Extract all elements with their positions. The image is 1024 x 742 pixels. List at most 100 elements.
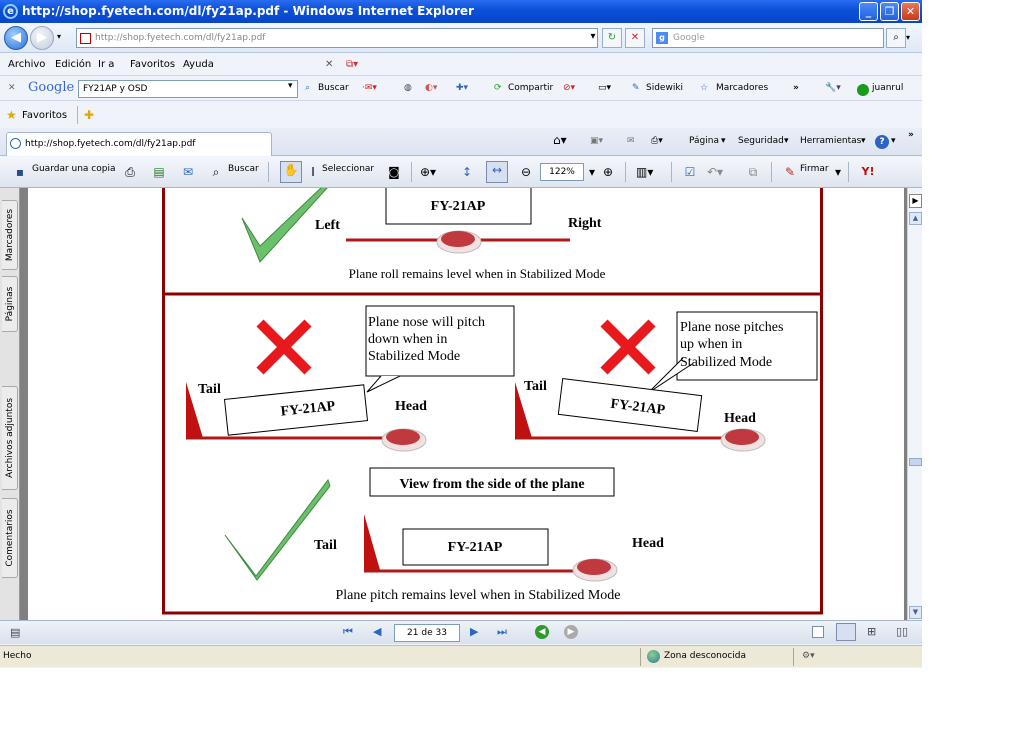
yahoo-icon[interactable]: Y! bbox=[858, 164, 878, 180]
two-page-continuous-icon[interactable]: ▯▯ bbox=[896, 625, 908, 638]
forward-button[interactable]: ▶ bbox=[30, 26, 54, 50]
sidewiki-icon[interactable]: ✎ bbox=[632, 83, 640, 93]
two-page-icon[interactable]: ⊞ bbox=[867, 625, 876, 638]
mail-icon[interactable]: ✉ bbox=[627, 136, 635, 146]
zoom-in-icon[interactable]: ⊕▾ bbox=[420, 164, 436, 180]
next-view-icon[interactable]: ▶ bbox=[564, 625, 578, 639]
vertical-scrollbar[interactable]: ▶ ▲ ▼ bbox=[907, 188, 922, 620]
sign-pen-icon[interactable]: ✎ bbox=[782, 164, 798, 180]
seguridad-menu[interactable]: Seguridad bbox=[738, 136, 784, 146]
google-user-button[interactable]: juanrul bbox=[872, 83, 903, 93]
fit-width-icon[interactable]: ↔ bbox=[486, 161, 508, 183]
seguridad-dropdown-icon[interactable]: ▾ bbox=[784, 136, 789, 146]
zoom-dropdown-icon[interactable]: ▾ bbox=[584, 164, 600, 180]
scroll-thumb[interactable] bbox=[909, 458, 922, 466]
page-number-field[interactable]: 21 de 33 bbox=[394, 624, 460, 642]
text-select-icon[interactable]: I bbox=[305, 164, 321, 180]
google-search-input[interactable]: FY21AP y OSD bbox=[78, 80, 298, 98]
organizer-icon[interactable]: ▤ bbox=[151, 164, 167, 180]
close-button[interactable]: ✕ bbox=[901, 2, 920, 21]
fit-page-icon[interactable]: ↕ bbox=[459, 164, 475, 180]
menu-archivo[interactable]: Archivo bbox=[8, 59, 45, 70]
page-layout-icon[interactable]: ▥▾ bbox=[636, 164, 653, 180]
menu-ayuda[interactable]: Ayuda bbox=[183, 59, 214, 70]
gmail-icon[interactable]: ·✉▾ bbox=[362, 83, 377, 93]
first-page-icon[interactable]: ⏮ bbox=[343, 625, 353, 639]
home-icon[interactable]: ⌂▾ bbox=[553, 133, 567, 147]
print-pdf-icon[interactable]: ⎙ bbox=[122, 164, 138, 180]
pagina-menu[interactable]: Página bbox=[689, 136, 719, 146]
commands-more-icon[interactable]: » bbox=[908, 130, 914, 140]
save-disk-icon[interactable]: ▪ bbox=[12, 164, 28, 180]
panel-expand-icon[interactable]: ▶ bbox=[909, 194, 922, 208]
hand-tool-icon[interactable]: ✋ bbox=[280, 161, 302, 183]
google-marcadores-button[interactable]: Marcadores bbox=[716, 83, 768, 93]
settings-wrench-icon[interactable]: 🔧▾ bbox=[825, 83, 841, 93]
pagerank-icon[interactable]: ◐▾ bbox=[425, 83, 437, 93]
side-tab-attachments[interactable]: Archivos adjuntos bbox=[2, 386, 18, 490]
herramientas-dropdown-icon[interactable]: ▾ bbox=[861, 136, 866, 146]
back-button[interactable]: ◀ bbox=[4, 26, 28, 50]
next-page-icon[interactable]: ▶ bbox=[470, 625, 478, 638]
scroll-down-icon[interactable]: ▼ bbox=[909, 606, 922, 619]
feeds-icon[interactable]: ▣▾ bbox=[590, 136, 603, 146]
pagina-dropdown-icon[interactable]: ▾ bbox=[721, 136, 726, 146]
close-google-toolbar-icon[interactable]: ✕ bbox=[8, 83, 16, 93]
tab-pdf[interactable]: http://shop.fyetech.com/dl/fy21ap.pdf bbox=[6, 132, 272, 156]
scroll-up-icon[interactable]: ▲ bbox=[909, 212, 922, 225]
google-buscar-button[interactable]: Buscar bbox=[318, 83, 349, 93]
address-dropdown-icon[interactable]: ▾ bbox=[583, 28, 603, 48]
review-icon[interactable]: ☑ bbox=[682, 164, 698, 180]
menu-ir-a[interactable]: Ir a bbox=[98, 59, 114, 70]
more-chevron-icon[interactable]: » bbox=[793, 83, 799, 93]
help-icon[interactable]: ? bbox=[875, 135, 889, 149]
refresh-icon[interactable]: ↻ bbox=[602, 28, 622, 48]
panel-options-icon[interactable]: ▤ bbox=[10, 626, 20, 639]
previous-page-icon[interactable]: ◀ bbox=[373, 625, 381, 638]
save-copy-button[interactable]: Guardar una copia bbox=[32, 164, 116, 174]
google-search-icon[interactable]: ⌕ bbox=[305, 83, 310, 93]
close-toolbar-icon[interactable]: ✕ bbox=[325, 59, 333, 70]
globe-icon[interactable]: ◍ bbox=[404, 83, 412, 93]
search-options-icon[interactable]: ▾ bbox=[906, 33, 910, 42]
menu-favoritos[interactable]: Favoritos bbox=[130, 59, 175, 70]
pdf-search-button[interactable]: Buscar bbox=[228, 164, 259, 174]
snapshot-icon[interactable]: ◙ bbox=[386, 164, 402, 180]
google-sidewiki-button[interactable]: Sidewiki bbox=[646, 83, 683, 93]
last-page-icon[interactable]: ⏭ bbox=[497, 625, 507, 639]
bookmarks-star-icon[interactable]: ☆ bbox=[700, 83, 708, 93]
sign-button[interactable]: Firmar bbox=[800, 164, 829, 174]
history-dropdown-icon[interactable]: ▾ bbox=[57, 32, 61, 41]
stop-icon[interactable]: ✕ bbox=[625, 28, 645, 48]
undo-icon[interactable]: ↶▾ bbox=[707, 164, 723, 180]
highlight-icon[interactable]: ▭▾ bbox=[598, 83, 611, 93]
google-compartir-button[interactable]: Compartir bbox=[508, 83, 553, 93]
popup-blocker-icon[interactable]: ⊘▾ bbox=[563, 83, 575, 93]
print-icon[interactable]: ⎙▾ bbox=[651, 136, 663, 146]
google-query-dropdown-icon[interactable]: ▾ bbox=[288, 81, 293, 91]
address-input[interactable]: http://shop.fyetech.com/dl/fy21ap.pdf bbox=[76, 28, 598, 48]
search-go-icon[interactable]: ⌕ bbox=[886, 28, 906, 48]
share-icon[interactable]: ⟳ bbox=[494, 83, 502, 93]
email-pdf-icon[interactable]: ✉ bbox=[180, 164, 196, 180]
side-tab-comments[interactable]: Comentarios bbox=[2, 498, 18, 578]
herramientas-menu[interactable]: Herramientas bbox=[800, 136, 861, 146]
favorites-button[interactable]: Favoritos bbox=[22, 110, 67, 121]
side-tab-bookmarks[interactable]: Marcadores bbox=[2, 200, 18, 270]
copy-icon[interactable]: ⧉ bbox=[745, 164, 761, 180]
protected-mode-icon[interactable]: ⚙▾ bbox=[802, 651, 815, 661]
side-tab-pages[interactable]: Páginas bbox=[2, 276, 18, 332]
single-page-icon[interactable] bbox=[812, 626, 824, 638]
binoculars-icon[interactable]: ⌕ bbox=[208, 164, 224, 180]
zoom-in-plus-icon[interactable]: ⊕ bbox=[600, 164, 616, 180]
zoom-out-icon[interactable]: ⊖ bbox=[518, 164, 534, 180]
sign-dropdown-icon[interactable]: ▾ bbox=[830, 164, 846, 180]
add-button-icon[interactable]: ✚▾ bbox=[456, 83, 468, 93]
continuous-page-icon[interactable] bbox=[836, 623, 856, 641]
previous-view-icon[interactable]: ◀ bbox=[535, 625, 549, 639]
search-input[interactable]: Google bbox=[652, 28, 884, 48]
menu-edicion[interactable]: Edición bbox=[55, 59, 91, 70]
add-favorite-icon[interactable]: ✚ bbox=[84, 108, 94, 122]
help-dropdown-icon[interactable]: ▾ bbox=[891, 136, 896, 146]
translate-icon[interactable]: ⧉▾ bbox=[346, 59, 358, 70]
